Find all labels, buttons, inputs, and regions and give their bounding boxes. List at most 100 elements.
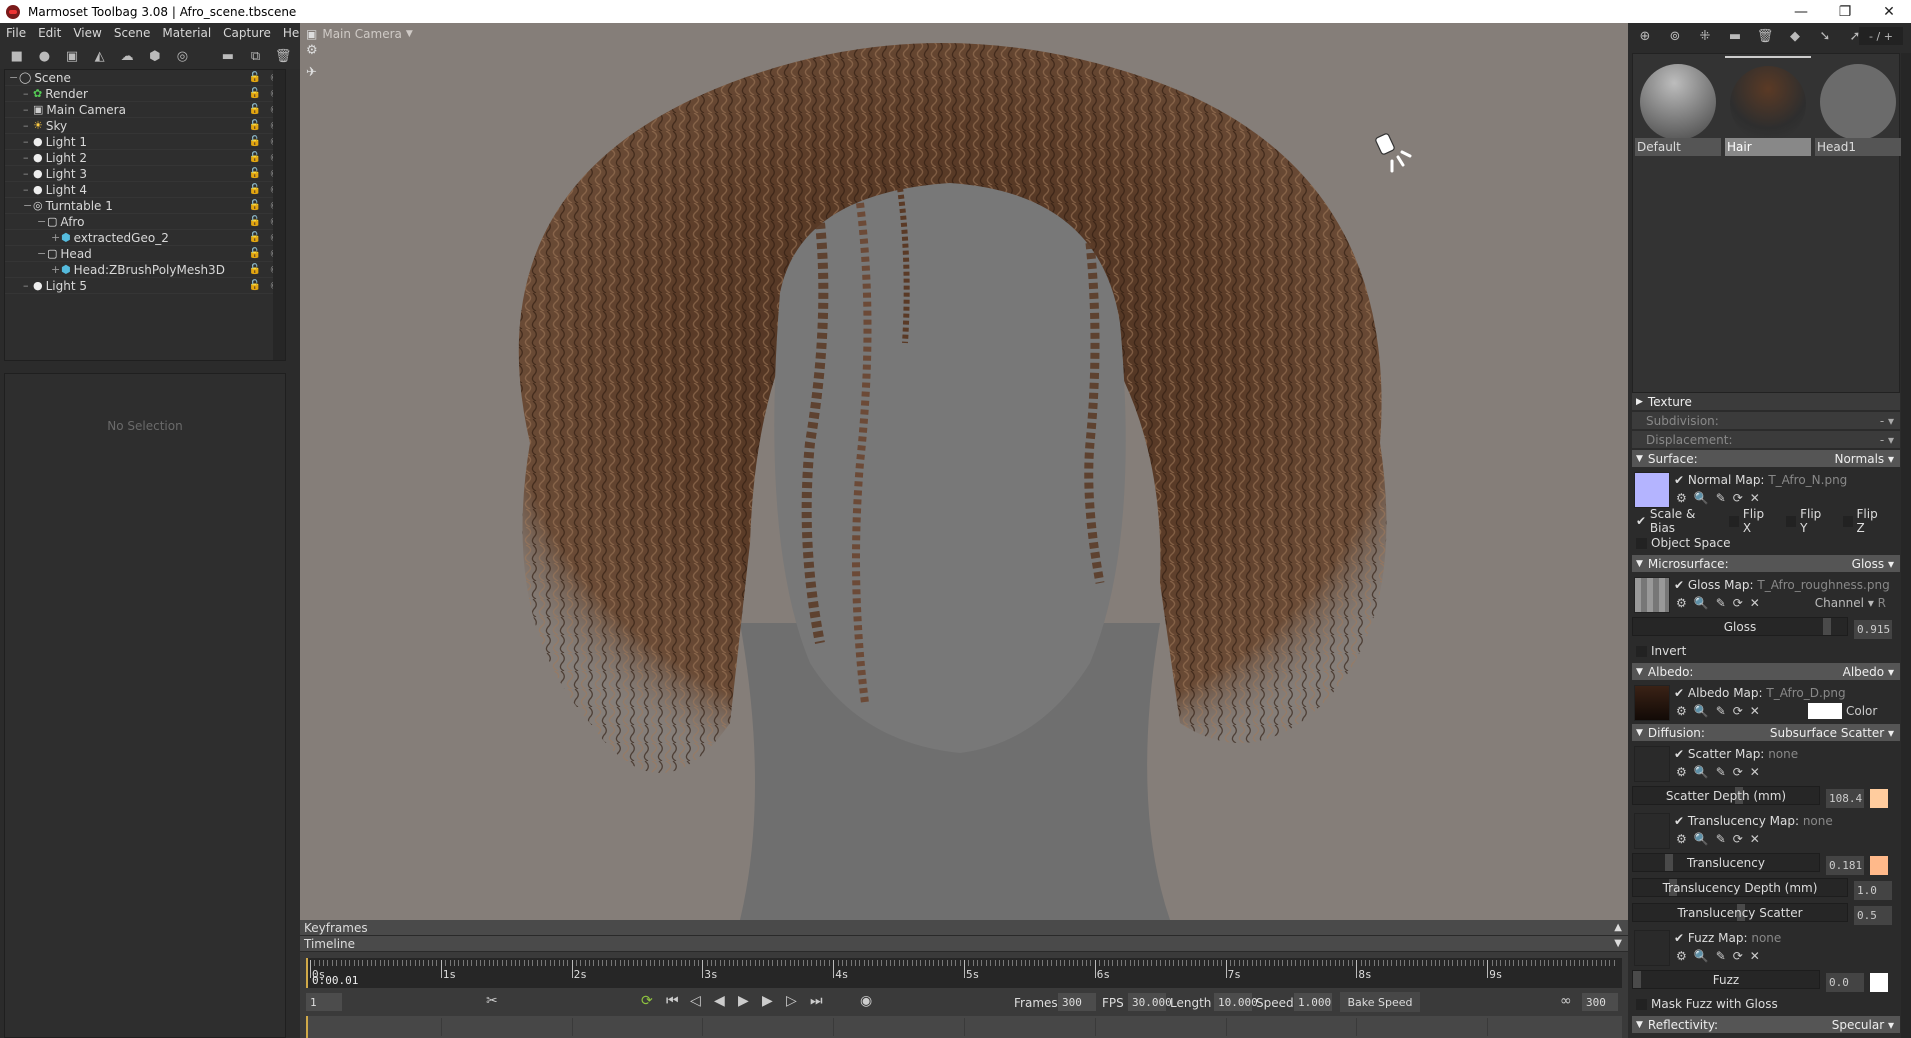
lock-icon[interactable]: 🔓 [249, 248, 261, 259]
map-tools[interactable]: ⚙🔍✎⟳✕ [1676, 491, 1767, 505]
map-tools[interactable]: ⚙🔍✎⟳✕ [1676, 765, 1767, 779]
translucency-scatter-slider[interactable]: Translucency Scatter [1632, 903, 1848, 922]
lock-icon[interactable]: 🔓 [249, 120, 261, 131]
add-mesh-icon[interactable]: ■ [6, 47, 28, 65]
fuzz-slider[interactable]: Fuzz [1632, 970, 1820, 989]
gloss-map-thumbnail[interactable] [1634, 577, 1670, 613]
delete-icon[interactable]: 🗑 [272, 47, 294, 65]
flip-z-checkbox[interactable]: Flip Z [1842, 507, 1886, 535]
outliner-item[interactable]: −▢Afro🔓◉ [5, 214, 285, 230]
texture-section[interactable]: ▶ Texture [1632, 393, 1900, 410]
outliner-item[interactable]: –▣Main Camera🔓◉ [5, 102, 285, 118]
skip-start-icon[interactable]: ⏮ [666, 993, 679, 1009]
keytrack-playhead[interactable] [306, 1016, 308, 1038]
camera-selector[interactable]: ▣ Main Camera ▼ [306, 27, 413, 41]
tree-expander[interactable]: − [37, 247, 47, 260]
outliner-item[interactable]: –✿Render🔓◉ [5, 86, 285, 102]
outliner-item[interactable]: –☀Sky🔓◉ [5, 118, 285, 134]
tree-expander[interactable]: − [37, 215, 47, 228]
outliner-item[interactable]: –●Light 3🔓◉ [5, 166, 285, 182]
light-gizmo-icon[interactable] [1372, 131, 1416, 175]
menu-view[interactable]: View [73, 26, 101, 40]
microsurface-section[interactable]: ▼ Microsurface: Gloss ▾ [1632, 555, 1900, 572]
lock-icon[interactable]: 🔓 [249, 264, 261, 275]
outliner-item[interactable]: –●Light 2🔓◉ [5, 150, 285, 166]
translucency-color-swatch[interactable] [1870, 856, 1888, 875]
translucency-map-thumbnail[interactable] [1634, 813, 1670, 849]
keyframe-track[interactable] [306, 1016, 1622, 1038]
lock-icon[interactable]: 🔓 [249, 280, 261, 291]
assign-material-icon[interactable]: ◆ [1784, 27, 1806, 45]
subdivision-dropdown[interactable]: - ▾ [1880, 414, 1894, 428]
microsurface-dropdown[interactable]: Gloss ▾ [1852, 557, 1894, 571]
mask-fuzz-checkbox[interactable]: Mask Fuzz with Gloss [1636, 997, 1778, 1011]
fuzz-value[interactable]: 0.0 [1826, 973, 1864, 992]
material-scrollbar[interactable] [1901, 53, 1911, 393]
lock-icon[interactable]: 🔓 [249, 168, 261, 179]
restore-button[interactable]: ❐ [1823, 0, 1867, 23]
menu-scene[interactable]: Scene [114, 26, 151, 40]
reflectivity-section[interactable]: ▼ Reflectivity: Specular ▾ [1632, 1016, 1900, 1033]
lock-icon[interactable]: 🔓 [249, 88, 261, 99]
reflectivity-dropdown[interactable]: Specular ▾ [1832, 1018, 1894, 1032]
surface-section[interactable]: ▼ Surface: Normals ▾ [1632, 450, 1900, 467]
menu-edit[interactable]: Edit [38, 26, 61, 40]
bake-speed-button[interactable]: Bake Speed [1340, 992, 1420, 1012]
play-icon[interactable]: ▶ [738, 993, 749, 1009]
gloss-slider[interactable]: Gloss [1632, 617, 1848, 636]
length-field[interactable]: 10.000 [1214, 993, 1258, 1011]
translucency-depth-slider[interactable]: Translucency Depth (mm) [1632, 878, 1848, 897]
frames-field[interactable]: 300 [1058, 993, 1096, 1011]
prev-key-icon[interactable]: ◁ [690, 993, 701, 1009]
speed-field[interactable]: 1.000 [1294, 993, 1332, 1011]
next-key-icon[interactable]: ▷ [786, 993, 797, 1009]
translucency-value[interactable]: 0.181 [1826, 856, 1864, 875]
map-tools[interactable]: ⚙🔍✎⟳✕ [1676, 832, 1767, 846]
outliner-item[interactable]: –●Light 5🔓◉ [5, 278, 285, 294]
skip-end-icon[interactable]: ⏭ [810, 993, 823, 1009]
albedo-map-thumbnail[interactable] [1634, 685, 1670, 721]
outliner-item[interactable]: +⬢extractedGeo_2🔓◉ [5, 230, 285, 246]
albedo-dropdown[interactable]: Albedo ▾ [1843, 665, 1894, 679]
loop-icon[interactable]: ⟳ [641, 993, 653, 1009]
link-icon[interactable]: ∞ [1560, 993, 1572, 1009]
lock-icon[interactable]: 🔓 [249, 232, 261, 243]
step-forward-icon[interactable]: ▶ [762, 993, 773, 1009]
properties-scrollbar[interactable] [1901, 391, 1911, 1038]
normal-map-thumbnail[interactable] [1634, 472, 1670, 508]
tree-expander[interactable]: − [9, 71, 19, 84]
new-material-icon[interactable]: ⊕ [1634, 27, 1656, 45]
end-frame-field[interactable]: 300 [1582, 993, 1618, 1011]
object-space-checkbox[interactable]: Object Space [1636, 536, 1730, 550]
scatter-depth-slider[interactable]: Scatter Depth (mm) [1632, 786, 1820, 805]
subdivision-section[interactable]: Subdivision: - ▾ [1632, 412, 1900, 429]
duplicate-material-icon[interactable]: ⊚ [1664, 27, 1686, 45]
surface-dropdown[interactable]: Normals ▾ [1834, 452, 1894, 466]
keyframes-header[interactable]: Keyframes ▲ [300, 920, 1628, 936]
displacement-dropdown[interactable]: - ▾ [1880, 433, 1894, 447]
add-turntable-icon[interactable]: ⬢ [144, 47, 166, 65]
folder-icon[interactable]: ▬ [1724, 27, 1746, 45]
scatter-depth-value[interactable]: 108.4 [1826, 789, 1864, 808]
add-shadow-catcher-icon[interactable]: ◭ [89, 47, 111, 65]
folder-icon[interactable]: ▬ [217, 47, 239, 65]
add-sky-icon[interactable]: ☁ [116, 47, 138, 65]
viewport-settings-icon[interactable]: ⚙ [306, 43, 318, 58]
collapse-down-icon[interactable]: ▼ [1614, 938, 1622, 949]
scatter-color-swatch[interactable] [1870, 789, 1888, 808]
duplicate-icon[interactable]: ⧉ [245, 47, 267, 65]
current-frame-field[interactable]: 1 [306, 993, 342, 1011]
close-button[interactable]: ✕ [1867, 0, 1911, 23]
albedo-color-swatch[interactable] [1808, 703, 1842, 719]
scatter-map-thumbnail[interactable] [1634, 746, 1670, 782]
translucency-depth-value[interactable]: 1.0 [1854, 881, 1892, 900]
menu-capture[interactable]: Capture [223, 26, 271, 40]
outliner-item[interactable]: +⬢Head:ZBrushPolyMesh3D🔓◉ [5, 262, 285, 278]
outliner-item[interactable]: –●Light 1🔓◉ [5, 134, 285, 150]
flip-x-checkbox[interactable]: Flip X [1729, 507, 1772, 535]
collapse-up-icon[interactable]: ▲ [1614, 922, 1622, 933]
viewport-render-icon[interactable]: ✈ [306, 65, 317, 80]
timeline-header[interactable]: Timeline ▼ [300, 936, 1628, 952]
map-tools[interactable]: ⚙🔍✎⟳✕ [1676, 949, 1767, 963]
lock-icon[interactable]: 🔓 [249, 200, 261, 211]
